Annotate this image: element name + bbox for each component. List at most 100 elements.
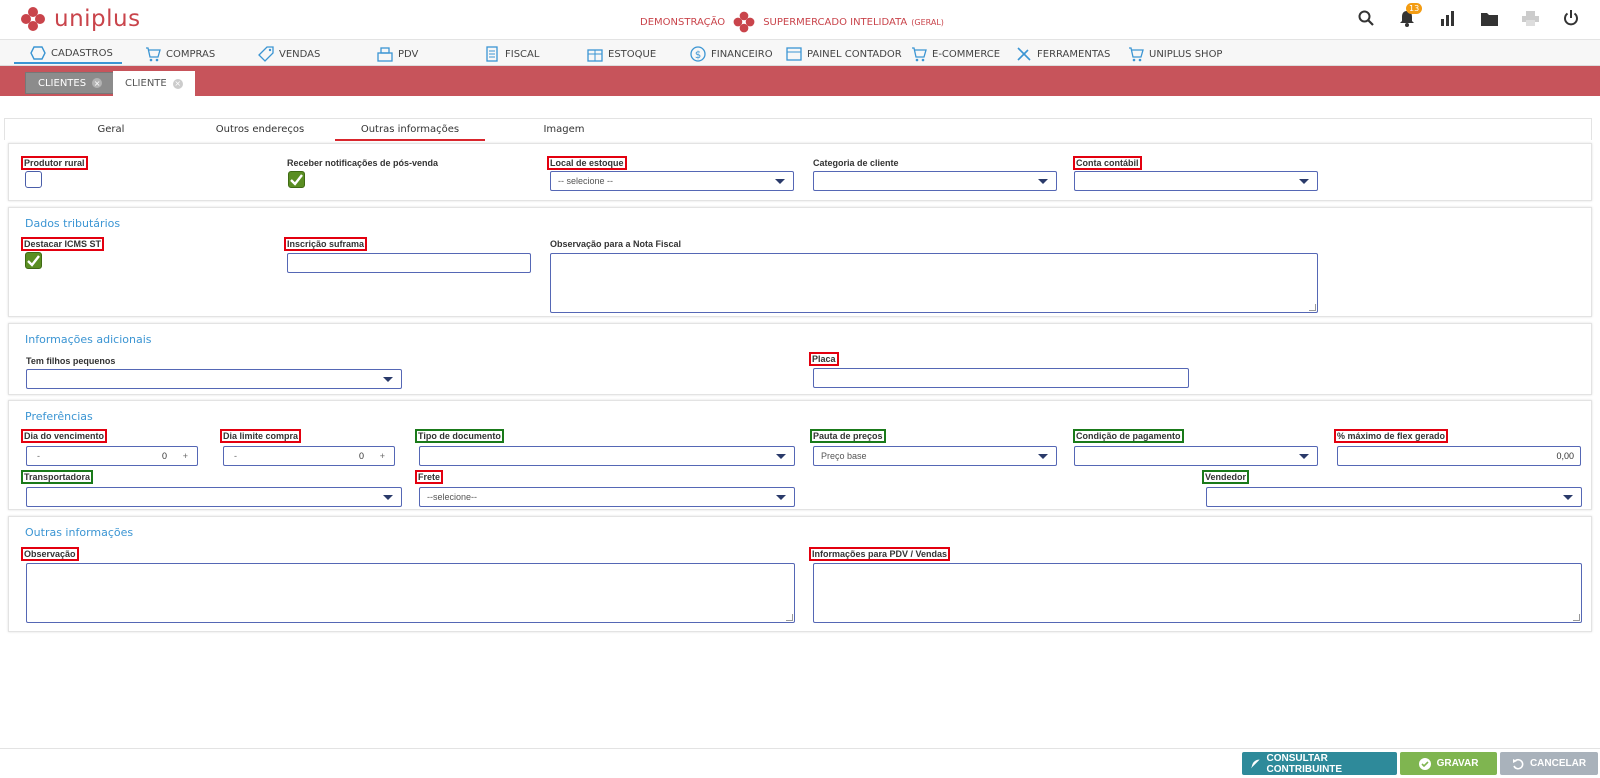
uniplus-logo-icon xyxy=(21,7,45,31)
frete-select[interactable]: --selecione-- xyxy=(419,487,795,507)
menu-label: UNIPLUS SHOP xyxy=(1149,48,1223,60)
tools-icon xyxy=(1017,47,1031,61)
observacao-nf-label: Observação para a Nota Fiscal xyxy=(550,239,682,249)
menu-label: FERRAMENTAS xyxy=(1037,48,1111,60)
max-flex-input[interactable]: 0,00 xyxy=(1337,446,1581,466)
dados-tributarios-panel: Dados tributários Destacar ICMS ST Inscr… xyxy=(8,207,1592,317)
consultar-contribuinte-button[interactable]: CONSULTAR CONTRIBUINTE xyxy=(1242,752,1397,775)
decrement-button[interactable]: - xyxy=(234,451,237,461)
menu-compras[interactable]: COMPRAS xyxy=(145,44,215,64)
local-estoque-value: -- selecione -- xyxy=(558,176,614,186)
chevron-down-icon xyxy=(383,495,393,500)
increment-button[interactable]: + xyxy=(183,451,188,461)
vendedor-label: Vendedor xyxy=(1202,470,1250,484)
form-tabs: Geral Outros endereços Outras informaçõe… xyxy=(4,118,1592,141)
menu-vendas[interactable]: VENDAS xyxy=(258,44,320,64)
dia-limite-label: Dia limite compra xyxy=(220,429,302,443)
gravar-button[interactable]: GRAVAR xyxy=(1400,752,1497,775)
dia-limite-stepper[interactable]: - 0 + xyxy=(223,446,395,466)
notification-bell-icon[interactable]: 13 xyxy=(1398,3,1423,28)
frete-value: --selecione-- xyxy=(427,492,478,502)
menu-fiscal[interactable]: FISCAL xyxy=(484,44,539,64)
produtor-rural-checkbox[interactable] xyxy=(25,171,42,188)
destacar-icms-checkbox[interactable] xyxy=(25,252,42,269)
cart-icon xyxy=(146,47,161,62)
menu-pdv[interactable]: PDV xyxy=(377,44,418,64)
menu-ecommerce[interactable]: E-COMMERCE xyxy=(911,44,1000,64)
company-selector[interactable]: DEMONSTRAÇÃO SUPERMERCADO INTELIDATA (GE… xyxy=(640,9,944,35)
vendedor-select[interactable] xyxy=(1206,487,1582,507)
menu-ferramentas[interactable]: FERRAMENTAS xyxy=(1016,44,1110,64)
frete-label: Frete xyxy=(415,470,444,484)
menu-label: PDV xyxy=(398,48,419,60)
folder-icon[interactable] xyxy=(1480,8,1498,28)
search-icon[interactable] xyxy=(1357,8,1375,28)
printer-icon[interactable] xyxy=(1521,8,1539,28)
doc-tab-label: CLIENTE xyxy=(125,78,167,89)
tab-geral[interactable]: Geral xyxy=(36,124,186,141)
conta-contabil-select[interactable] xyxy=(1074,171,1318,191)
increment-button[interactable]: + xyxy=(380,451,385,461)
condicao-pagamento-label: Condição de pagamento xyxy=(1073,429,1184,443)
conta-contabil-label: Conta contábil xyxy=(1073,156,1142,170)
doc-tab-clientes[interactable]: CLIENTES × xyxy=(25,72,116,94)
info-pdv-label: Informações para PDV / Vendas xyxy=(809,547,951,561)
max-flex-label: % máximo de flex gerado xyxy=(1334,429,1449,443)
produtor-rural-label: Produtor rural xyxy=(21,156,88,170)
general-options-panel: Produtor rural Receber notificações de p… xyxy=(8,143,1592,201)
tab-outros-enderecos[interactable]: Outros endereços xyxy=(185,124,335,141)
menu-uniplus-shop[interactable]: UNIPLUS SHOP xyxy=(1128,44,1222,64)
gravar-label: GRAVAR xyxy=(1436,758,1479,769)
company-logo-icon xyxy=(733,11,755,33)
menu-label: E-COMMERCE xyxy=(932,48,1001,60)
tab-outras-informacoes[interactable]: Outras informações xyxy=(335,124,485,141)
register-icon xyxy=(377,47,393,62)
info-pdv-textarea[interactable] xyxy=(813,563,1582,623)
doc-tab-cliente[interactable]: CLIENTE × xyxy=(113,71,195,96)
local-estoque-label: Local de estoque xyxy=(547,156,627,170)
consultar-label: CONSULTAR CONTRIBUINTE xyxy=(1266,752,1343,775)
chart-icon[interactable] xyxy=(1439,8,1457,28)
menu-label: FINANCEIRO xyxy=(711,48,773,60)
inscricao-suframa-input[interactable] xyxy=(287,253,531,273)
menu-estoque[interactable]: ESTOQUE xyxy=(587,44,656,64)
categoria-cliente-select[interactable] xyxy=(813,171,1057,191)
observacao-label: Observação xyxy=(21,547,79,561)
document-icon xyxy=(486,46,498,62)
resize-grip-icon[interactable] xyxy=(786,614,793,621)
resize-grip-icon[interactable] xyxy=(1309,304,1316,311)
menu-financeiro[interactable]: $ FINANCEIRO xyxy=(690,44,773,64)
resize-grip-icon[interactable] xyxy=(1573,614,1580,621)
menu-label: COMPRAS xyxy=(166,48,216,60)
logo[interactable]: uniplus xyxy=(18,4,141,34)
tem-filhos-select[interactable] xyxy=(26,369,402,389)
cancelar-button[interactable]: CANCELAR xyxy=(1500,752,1598,775)
close-icon[interactable]: × xyxy=(92,78,103,88)
observacao-nf-textarea[interactable] xyxy=(550,253,1318,313)
receber-notificacoes-checkbox[interactable] xyxy=(288,171,305,188)
dia-limite-value: 0 xyxy=(358,451,364,461)
chevron-down-icon xyxy=(383,377,393,382)
footer-action-bar: CONSULTAR CONTRIBUINTE GRAVAR CANCELAR xyxy=(0,748,1600,778)
observacao-textarea[interactable] xyxy=(26,563,795,623)
menu-cadastros[interactable]: CADASTROS xyxy=(14,44,122,64)
menu-painel-contador[interactable]: PAINEL CONTADOR xyxy=(786,44,902,64)
decrement-button[interactable]: - xyxy=(37,451,40,461)
demo-label: DEMONSTRAÇÃO xyxy=(640,16,726,28)
preferencias-panel: Preferências Dia do vencimento - 0 + Dia… xyxy=(8,400,1592,510)
dia-vencimento-stepper[interactable]: - 0 + xyxy=(26,446,198,466)
chevron-down-icon xyxy=(1299,179,1309,184)
placa-input[interactable] xyxy=(813,368,1189,388)
local-estoque-select[interactable]: -- selecione -- xyxy=(550,171,794,191)
pauta-precos-select[interactable]: Preço base xyxy=(813,446,1057,466)
tipo-documento-select[interactable] xyxy=(419,446,795,466)
transportadora-select[interactable] xyxy=(26,487,402,507)
chevron-down-icon xyxy=(775,179,785,184)
close-icon[interactable]: × xyxy=(172,78,183,89)
condicao-pagamento-select[interactable] xyxy=(1074,446,1318,466)
tab-imagem[interactable]: Imagem xyxy=(489,124,639,141)
undo-icon xyxy=(1512,758,1524,770)
power-icon[interactable] xyxy=(1562,8,1580,28)
menu-label: ESTOQUE xyxy=(608,48,657,60)
chevron-down-icon xyxy=(776,454,786,459)
